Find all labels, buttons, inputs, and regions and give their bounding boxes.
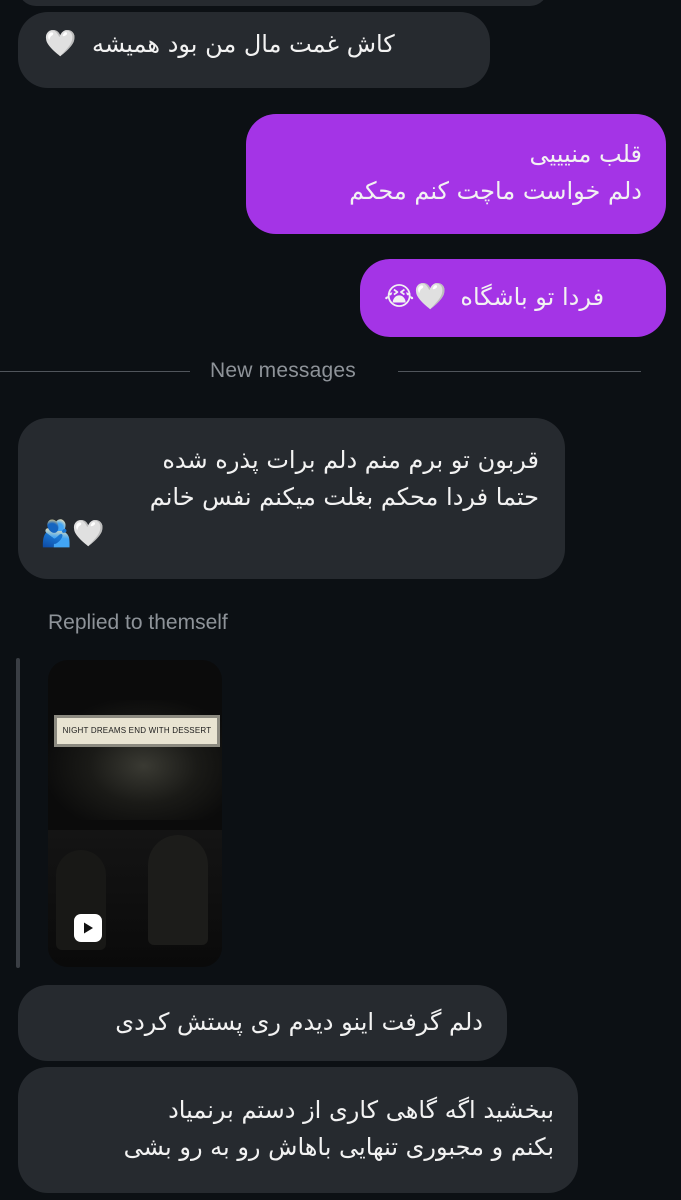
message-text: فردا تو باشگاه bbox=[460, 283, 605, 311]
message-bubble-received[interactable]: 🤍 کاش غمت مال من بود همیشه bbox=[18, 12, 490, 88]
message-text: کاش غمت مال من بود همیشه bbox=[92, 30, 395, 58]
message-text-line-2: بکنم و مجبوری تنهایی باهاش رو به رو بشی bbox=[123, 1133, 554, 1161]
replied-label: Replied to themself bbox=[48, 611, 228, 634]
message-bubble-received[interactable]: دلم گرفت اینو دیدم ری پستش کردی bbox=[18, 985, 507, 1061]
divider-line-left bbox=[0, 371, 190, 372]
message-text-line-2: حتما فردا محکم بغلت میکنم نفس خانم bbox=[149, 483, 539, 511]
message-text-line-2: دلم خواست ماچت کنم محکم bbox=[349, 177, 642, 205]
video-thumbnail[interactable]: NIGHT DREAMS END WITH DESSERT bbox=[48, 660, 222, 967]
message-bubble-received[interactable]: ببخشید اگه گاهی کاری از دستم برنمیاد بکن… bbox=[18, 1067, 578, 1193]
crying-face-white-heart-emoji: 😭🤍 bbox=[384, 282, 447, 312]
reply-indicator-bar bbox=[16, 658, 20, 968]
divider-line-right bbox=[398, 371, 641, 372]
message-bubble-sent[interactable]: قلب منیییی دلم خواست ماچت کنم محکم bbox=[246, 114, 666, 234]
message-text: دلم گرفت اینو دیدم ری پستش کردی bbox=[115, 1008, 483, 1036]
message-text-line-1: قربون تو برم منم دلم برات پذره شده bbox=[162, 446, 539, 474]
new-messages-divider: New messages bbox=[210, 359, 356, 382]
message-bubble-sent[interactable]: 😭🤍 فردا تو باشگاه bbox=[360, 259, 666, 337]
play-glyph-icon bbox=[84, 922, 93, 934]
figure-silhouette bbox=[148, 835, 208, 945]
white-heart-emoji: 🤍 bbox=[44, 29, 77, 59]
hug-white-heart-emoji: 🫂🤍 bbox=[40, 519, 105, 549]
message-bubble-received[interactable]: قربون تو برم منم دلم برات پذره شده حتما … bbox=[18, 418, 565, 579]
message-text-line-1: قلب منیییی bbox=[529, 140, 642, 168]
play-icon[interactable] bbox=[74, 914, 102, 942]
neon-sign: NIGHT DREAMS END WITH DESSERT bbox=[54, 715, 220, 747]
message-bubble-partial bbox=[18, 0, 548, 6]
message-text-line-1: ببخشید اگه گاهی کاری از دستم برنمیاد bbox=[168, 1096, 554, 1124]
